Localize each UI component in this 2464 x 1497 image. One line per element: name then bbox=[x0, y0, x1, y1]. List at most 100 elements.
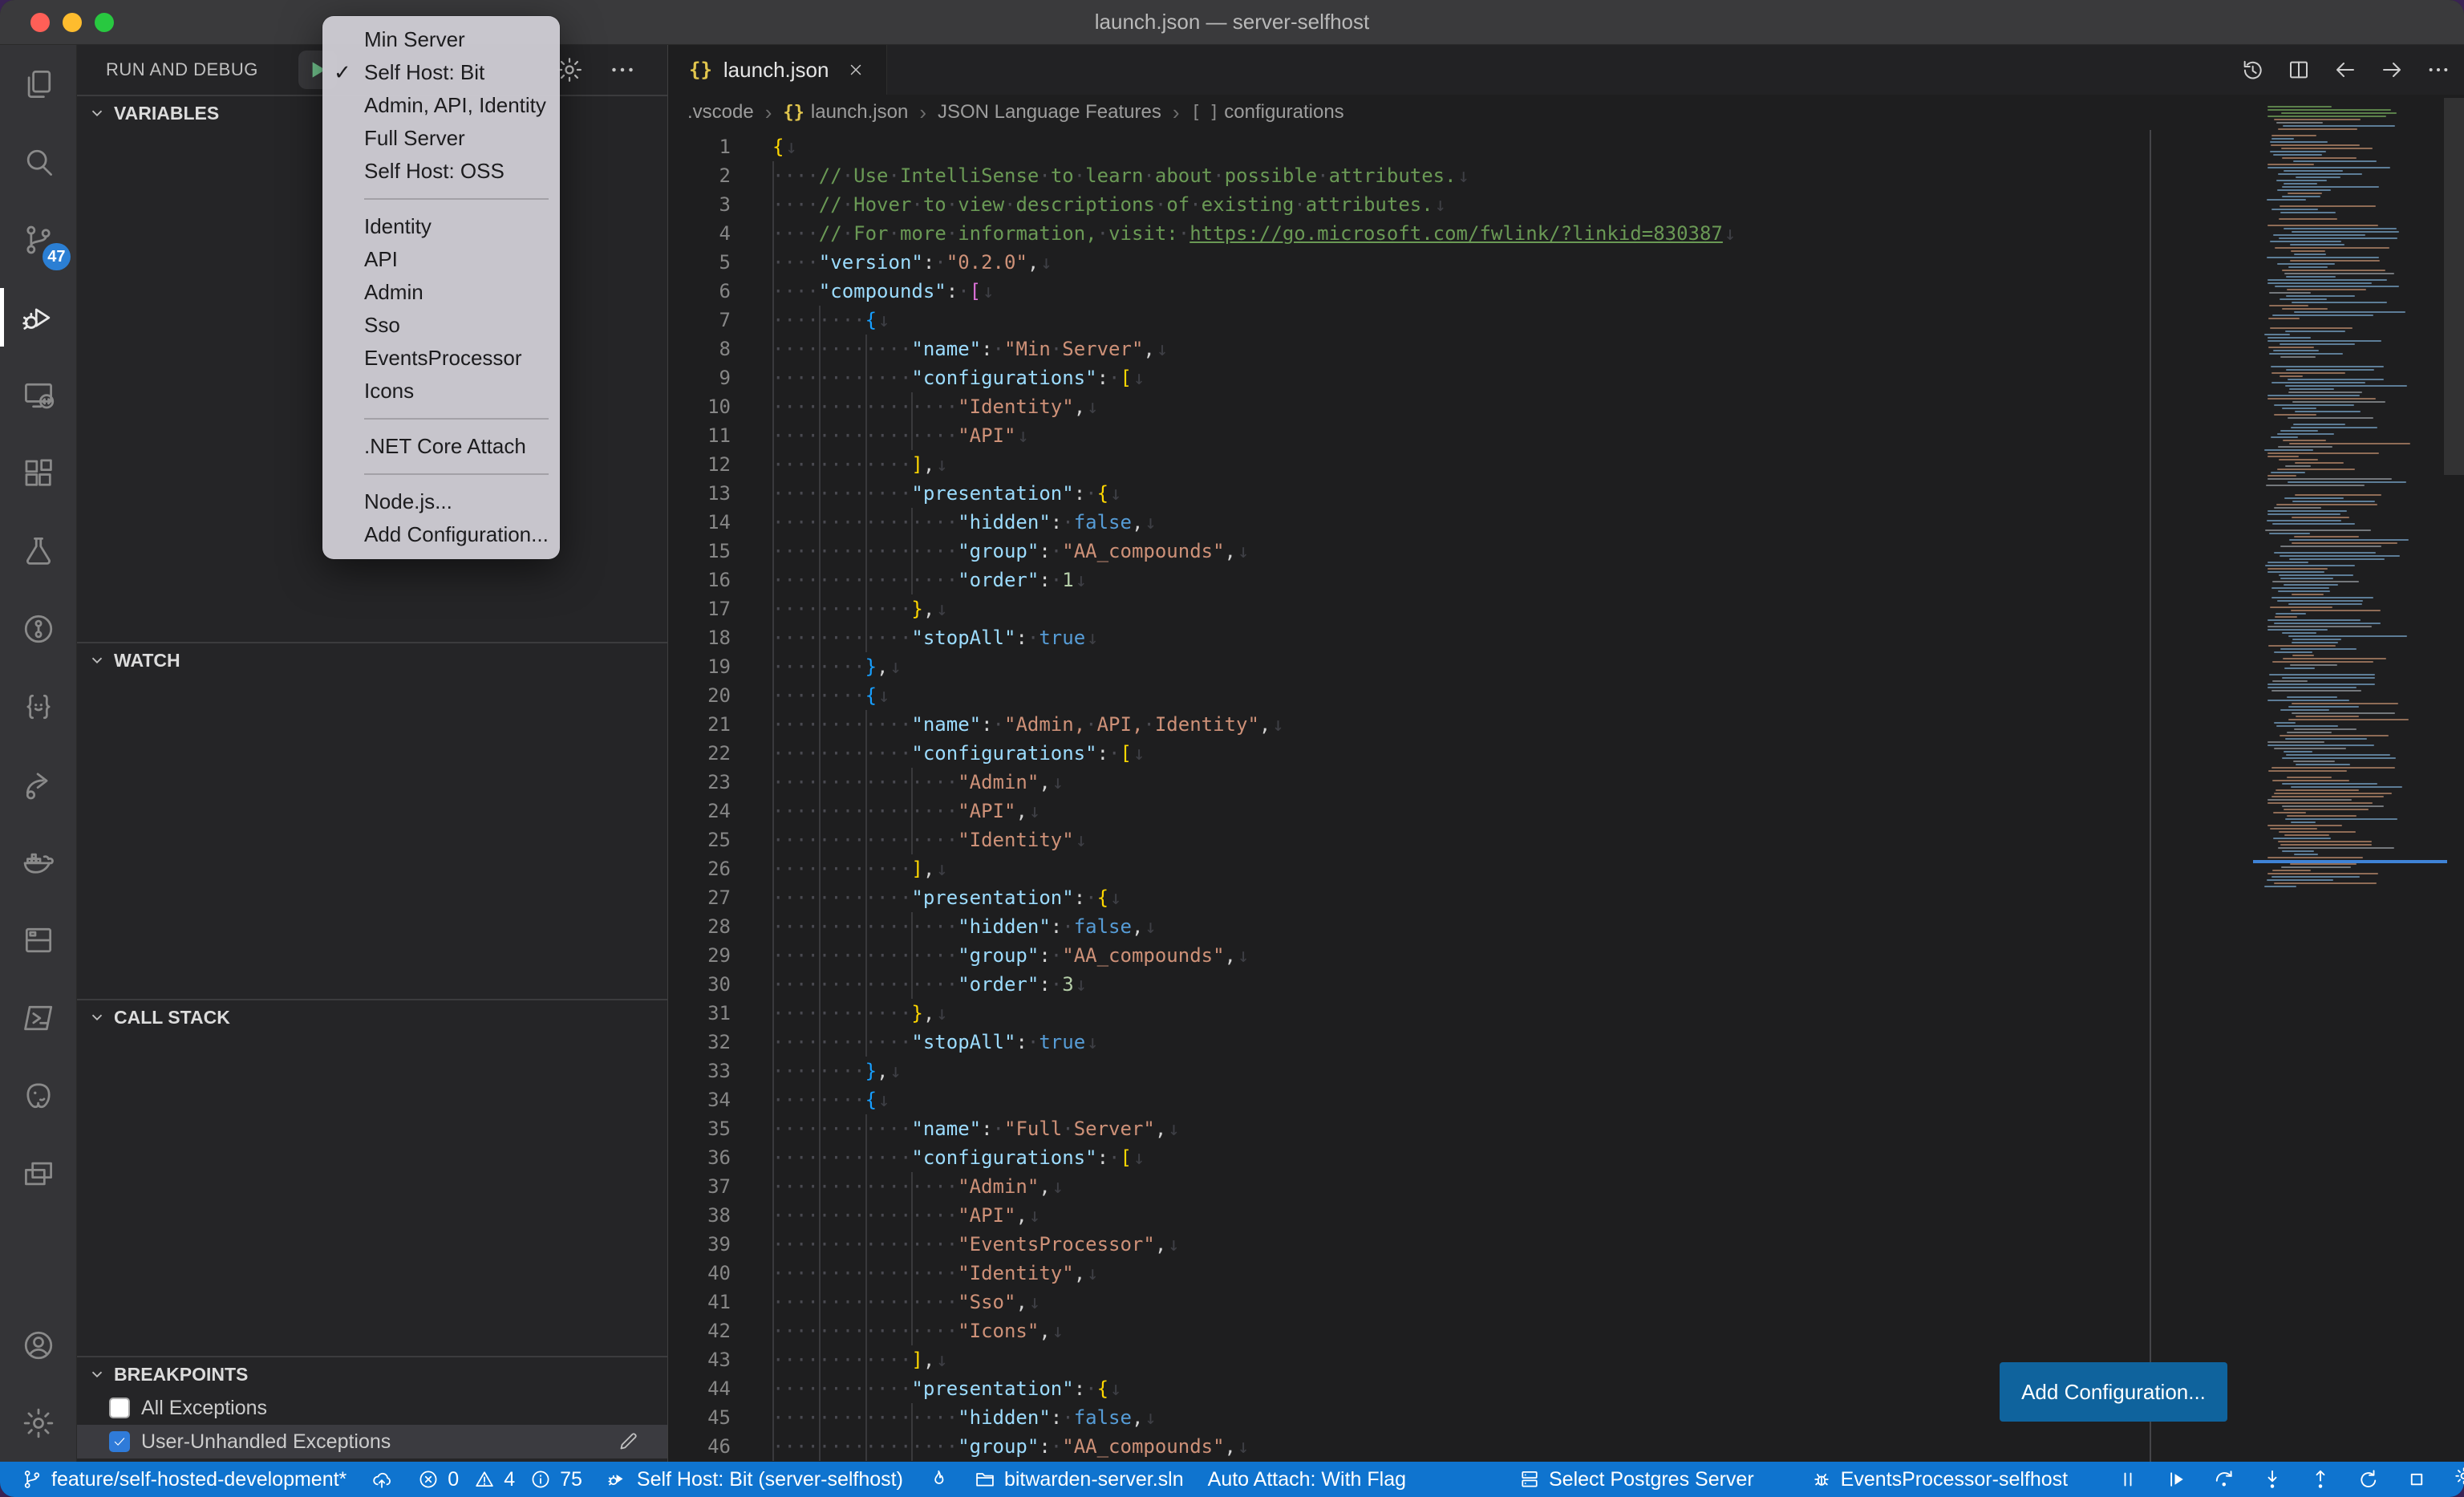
call-stack-section-header[interactable]: CALL STACK bbox=[77, 1000, 667, 1034]
activity-bar-item-copilot-braces[interactable] bbox=[0, 667, 77, 745]
code-line[interactable]: 20········{↓ bbox=[668, 681, 2464, 710]
code-line[interactable]: 9············"configurations":·[↓ bbox=[668, 363, 2464, 392]
breakpoint-checkbox[interactable] bbox=[109, 1398, 130, 1418]
breakpoint-row[interactable]: All Exceptions bbox=[77, 1391, 667, 1425]
breadcrumb-item-configurations[interactable]: [ ]configurations bbox=[1191, 101, 1344, 124]
code-line[interactable]: 24················"API",↓ bbox=[668, 797, 2464, 826]
status-item-cloud-upload[interactable] bbox=[371, 1468, 393, 1491]
activity-bar-item-remote-explorer[interactable] bbox=[0, 356, 77, 434]
breadcrumb-item--vscode[interactable]: .vscode bbox=[687, 101, 754, 124]
sidebar-more-actions-icon[interactable] bbox=[608, 55, 637, 88]
code-line[interactable]: 16················"order":·1↓ bbox=[668, 566, 2464, 594]
arrow-right-icon[interactable] bbox=[2379, 57, 2405, 83]
code-line[interactable]: 37················"Admin",↓ bbox=[668, 1172, 2464, 1201]
status-item-select-postgres-server[interactable]: Select Postgres Server bbox=[1518, 1468, 1754, 1491]
code-line[interactable]: 14················"hidden":·false,↓ bbox=[668, 508, 2464, 537]
menu-item--net-core-attach[interactable]: .NET Core Attach bbox=[322, 430, 560, 463]
activity-bar-item-postgresql[interactable] bbox=[0, 1057, 77, 1134]
code-line[interactable]: 32············"stopAll":·true↓ bbox=[668, 1028, 2464, 1057]
breakpoint-checkbox[interactable] bbox=[109, 1431, 130, 1452]
code-line[interactable]: 10················"Identity",↓ bbox=[668, 392, 2464, 421]
code-line[interactable]: 38················"API",↓ bbox=[668, 1201, 2464, 1230]
code-line[interactable]: 26············],↓ bbox=[668, 854, 2464, 883]
menu-item-full-server[interactable]: Full Server bbox=[322, 122, 560, 155]
continue-icon[interactable] bbox=[2164, 1467, 2188, 1491]
code-line[interactable]: 46················"group":·"AA_compounds… bbox=[668, 1432, 2464, 1461]
close-tab-icon[interactable] bbox=[846, 60, 865, 79]
menu-item-api[interactable]: API bbox=[322, 243, 560, 276]
breakpoint-row[interactable]: User-Unhandled Exceptions bbox=[77, 1425, 667, 1458]
split-editor-icon[interactable] bbox=[2286, 57, 2312, 83]
status-item-feature-self-hosted-development-[interactable]: feature/self-hosted-development* bbox=[21, 1468, 346, 1491]
ellipsis-icon[interactable] bbox=[2426, 57, 2451, 83]
status-item-flame[interactable] bbox=[927, 1468, 950, 1491]
code-line[interactable]: 7········{↓ bbox=[668, 306, 2464, 335]
activity-bar-item-source-control[interactable]: 47 bbox=[0, 201, 77, 278]
code-line[interactable]: 15················"group":·"AA_compounds… bbox=[668, 537, 2464, 566]
code-line[interactable]: 3····//·Hover·to·view·descriptions·of·ex… bbox=[668, 190, 2464, 219]
menu-item-admin-api-identity[interactable]: Admin, API, Identity bbox=[322, 89, 560, 122]
menu-item-sso[interactable]: Sso bbox=[322, 309, 560, 342]
add-configuration-button[interactable]: Add Configuration... bbox=[2000, 1362, 2227, 1422]
activity-bar-item-testing[interactable] bbox=[0, 512, 77, 590]
code-line[interactable]: 41················"Sso",↓ bbox=[668, 1288, 2464, 1316]
arrow-left-icon[interactable] bbox=[2332, 57, 2358, 83]
menu-item-min-server[interactable]: Min Server bbox=[322, 23, 560, 56]
code-line[interactable]: 40················"Identity",↓ bbox=[668, 1259, 2464, 1288]
code-line[interactable]: 31············},↓ bbox=[668, 999, 2464, 1028]
breadcrumb-item-launch-json[interactable]: {}launch.json bbox=[783, 101, 908, 124]
code-line[interactable]: 6····"compounds":·[↓ bbox=[668, 277, 2464, 306]
watch-section-header[interactable]: WATCH bbox=[77, 643, 667, 677]
code-line[interactable]: 12············],↓ bbox=[668, 450, 2464, 479]
code-line[interactable]: 28················"hidden":·false,↓ bbox=[668, 912, 2464, 941]
status-item-bitwarden-server-sln[interactable]: bitwarden-server.sln bbox=[974, 1468, 1184, 1491]
stop-icon[interactable] bbox=[2405, 1467, 2429, 1491]
activity-bar-item-storage[interactable] bbox=[0, 901, 77, 979]
tab-launch-json[interactable]: {} launch.json bbox=[668, 45, 887, 95]
menu-item-icons[interactable]: Icons bbox=[322, 375, 560, 408]
spell-gear-icon[interactable] bbox=[2453, 1465, 2464, 1495]
code-line[interactable]: 30················"order":·3↓ bbox=[668, 970, 2464, 999]
code-line[interactable]: 34········{↓ bbox=[668, 1085, 2464, 1114]
code-line[interactable]: 29················"group":·"AA_compounds… bbox=[668, 941, 2464, 970]
code-line[interactable]: 4····//·For·more·information,·visit:·htt… bbox=[668, 219, 2464, 248]
status-item-eventsprocessor-selfhost[interactable]: EventsProcessor-selfhost bbox=[1810, 1468, 2068, 1491]
breakpoints-section-header[interactable]: BREAKPOINTS bbox=[77, 1357, 667, 1391]
code-line[interactable]: 18············"stopAll":·true↓ bbox=[668, 623, 2464, 652]
activity-bar-item-run-and-debug[interactable] bbox=[0, 278, 77, 356]
activity-bar-item-account[interactable] bbox=[0, 1306, 77, 1384]
code-line[interactable]: 27············"presentation":·{↓ bbox=[668, 883, 2464, 912]
code-editor[interactable]: 1{↓2····//·Use·IntelliSense·to·learn·abo… bbox=[668, 130, 2464, 1462]
code-line[interactable]: 19········},↓ bbox=[668, 652, 2464, 681]
menu-item-add-configuration-[interactable]: Add Configuration... bbox=[322, 518, 560, 551]
minimap[interactable] bbox=[2258, 106, 2442, 915]
code-line[interactable]: 17············},↓ bbox=[668, 594, 2464, 623]
activity-bar-item-window-layouts[interactable] bbox=[0, 1134, 77, 1212]
activity-bar-item-settings[interactable] bbox=[0, 1384, 77, 1462]
code-line[interactable]: 42················"Icons",↓ bbox=[668, 1316, 2464, 1345]
menu-item-identity[interactable]: Identity bbox=[322, 210, 560, 243]
code-line[interactable]: 35············"name":·"Full·Server",↓ bbox=[668, 1114, 2464, 1143]
breadcrumb-item-json-language-features[interactable]: JSON Language Features bbox=[938, 101, 1161, 124]
code-line[interactable]: 21············"name":·"Admin,·API,·Ident… bbox=[668, 710, 2464, 739]
activity-bar-item-powershell[interactable] bbox=[0, 979, 77, 1057]
code-line[interactable]: 36············"configurations":·[↓ bbox=[668, 1143, 2464, 1172]
code-line[interactable]: 22············"configurations":·[↓ bbox=[668, 739, 2464, 768]
status-item-auto-attach-with-flag[interactable]: Auto Attach: With Flag bbox=[1208, 1468, 1406, 1491]
debug-toolbar[interactable] bbox=[2116, 1467, 2429, 1491]
code-line[interactable]: 1{↓ bbox=[668, 132, 2464, 161]
step-out-icon[interactable] bbox=[2308, 1467, 2332, 1491]
editor-scrollbar[interactable] bbox=[2444, 98, 2464, 475]
code-line[interactable]: 13············"presentation":·{↓ bbox=[668, 479, 2464, 508]
activity-bar-item-explorer[interactable] bbox=[0, 45, 77, 123]
code-line[interactable]: 2····//·Use·IntelliSense·to·learn·about·… bbox=[668, 161, 2464, 190]
code-line[interactable]: 11················"API"↓ bbox=[668, 421, 2464, 450]
edit-breakpoint-pencil-icon[interactable] bbox=[616, 1430, 640, 1454]
step-into-icon[interactable] bbox=[2260, 1467, 2284, 1491]
problems-status[interactable]: 0475 bbox=[417, 1468, 582, 1491]
code-line[interactable]: 25················"Identity"↓ bbox=[668, 826, 2464, 854]
activity-bar-item-live-share[interactable] bbox=[0, 745, 77, 823]
code-line[interactable]: 39················"EventsProcessor",↓ bbox=[668, 1230, 2464, 1259]
history-icon[interactable] bbox=[2239, 57, 2265, 83]
code-line[interactable]: 8············"name":·"Min·Server",↓ bbox=[668, 335, 2464, 363]
